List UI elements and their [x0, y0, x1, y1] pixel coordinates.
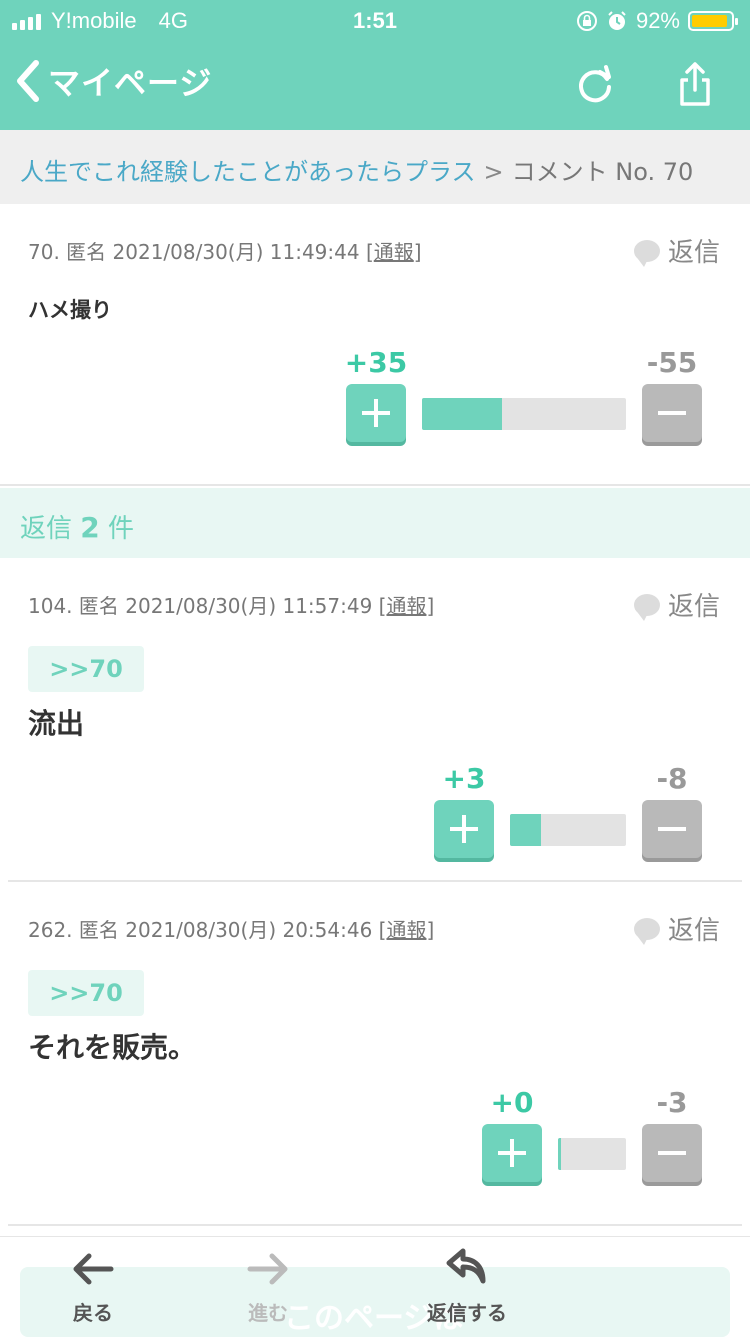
rotation-lock-icon [576, 11, 597, 31]
reply-label: 返信 [667, 592, 720, 622]
comment-meta: 262. 匿名 2021/08/30(月) 20:54:46 [通報] [28, 914, 434, 943]
arrow-left-icon [73, 1253, 114, 1285]
comment-meta-end: ] [413, 240, 422, 264]
minus-button[interactable] [642, 384, 702, 442]
battery-level [692, 15, 727, 27]
chevron-left-icon [17, 60, 39, 102]
back-label: 戻る [73, 1301, 113, 1325]
comment-body: それを販売。 [28, 1031, 197, 1064]
comment-body: ハメ撮り [28, 298, 112, 322]
comment-meta-text: 104. 匿名 2021/08/30(月) 11:57:49 [ [28, 594, 387, 618]
comment-meta-end: ] [426, 594, 435, 618]
arrow-right-icon [247, 1253, 288, 1285]
anchor-link[interactable]: >>70 [28, 646, 144, 692]
reply-action-label: 返信する [427, 1301, 507, 1325]
replies-header-suffix: 件 [108, 514, 135, 544]
vote-ratio-bar [422, 398, 626, 430]
main-comment: 70. 匿名 2021/08/30(月) 11:49:44 [通報] 返信 ハメ… [0, 204, 750, 488]
plus-button[interactable] [482, 1124, 542, 1182]
comment-meta-end: ] [426, 918, 435, 942]
reply-comment: 104. 匿名 2021/08/30(月) 11:57:49 [通報] 返信 >… [0, 558, 750, 880]
breadcrumb-current: コメント No. 70 [511, 158, 694, 186]
battery-icon [688, 11, 738, 31]
reply-action-button[interactable]: 返信する [412, 1245, 522, 1326]
vote-ratio-bar [510, 814, 626, 846]
nav-bar: マイページ [0, 40, 750, 130]
back-button[interactable]: 戻る [38, 1249, 148, 1326]
divider [8, 1224, 742, 1226]
plus-count: +3 [442, 762, 486, 795]
breadcrumb-topic-link[interactable]: 人生でこれ経験したことがあったらプラス [20, 158, 476, 186]
reply-button[interactable]: 返信 [633, 910, 720, 947]
speech-bubble-icon [633, 239, 660, 267]
comment-body: 流出 [28, 707, 85, 740]
forward-label: 進む [248, 1301, 288, 1325]
vote-ratio-fill [422, 398, 502, 430]
report-link[interactable]: 通報 [386, 918, 426, 942]
plus-count: +35 [344, 346, 408, 379]
report-link[interactable]: 通報 [386, 594, 426, 618]
alarm-icon [608, 11, 626, 30]
vote-ratio-fill [510, 814, 542, 846]
plus-button[interactable] [346, 384, 406, 442]
speech-bubble-icon [633, 593, 660, 621]
minus-count: -3 [656, 1086, 688, 1119]
breadcrumb-separator: > [483, 158, 504, 186]
comment-meta: 70. 匿名 2021/08/30(月) 11:49:44 [通報] [28, 236, 422, 265]
replies-header-prefix: 返信 [20, 514, 73, 544]
plus-button[interactable] [434, 800, 494, 858]
share-icon[interactable] [670, 60, 720, 110]
report-link[interactable]: 通報 [374, 240, 414, 264]
minus-count: -8 [656, 762, 688, 795]
anchor-link[interactable]: >>70 [28, 970, 144, 1016]
divider [0, 484, 750, 486]
back-to-mypage-button[interactable]: マイページ [14, 58, 212, 104]
replies-count: 2 [80, 511, 100, 544]
reply-label: 返信 [667, 916, 720, 946]
nav-back-label: マイページ [48, 64, 213, 102]
bottom-toolbar: このページは 戻る 進む 返信する [0, 1236, 750, 1337]
comment-meta-text: 262. 匿名 2021/08/30(月) 20:54:46 [ [28, 918, 387, 942]
speech-bubble-icon [633, 917, 660, 945]
vote-ratio-bar [558, 1138, 626, 1170]
vote-ratio-fill [558, 1138, 561, 1170]
status-right: 92% [576, 8, 738, 34]
replies-header: 返信 2 件 [0, 488, 750, 558]
breadcrumb: 人生でこれ経験したことがあったらプラス > コメント No. 70 [0, 130, 750, 204]
minus-count: -55 [646, 346, 698, 379]
reply-arrow-icon [446, 1248, 486, 1284]
reply-button[interactable]: 返信 [633, 232, 720, 269]
status-bar: Y!mobile 4G 1:51 92% [0, 0, 750, 40]
forward-button[interactable]: 進む [213, 1249, 323, 1326]
battery-percent: 92% [635, 8, 680, 33]
comment-meta-text: 70. 匿名 2021/08/30(月) 11:49:44 [ [28, 240, 374, 264]
comment-meta: 104. 匿名 2021/08/30(月) 11:57:49 [通報] [28, 590, 434, 619]
plus-count: +0 [490, 1086, 534, 1119]
minus-button[interactable] [642, 1124, 702, 1182]
reply-button[interactable]: 返信 [633, 586, 720, 623]
minus-button[interactable] [642, 800, 702, 858]
refresh-icon[interactable] [570, 60, 620, 110]
reply-label: 返信 [667, 238, 720, 268]
reply-comment: 262. 匿名 2021/08/30(月) 20:54:46 [通報] 返信 >… [0, 882, 750, 1224]
